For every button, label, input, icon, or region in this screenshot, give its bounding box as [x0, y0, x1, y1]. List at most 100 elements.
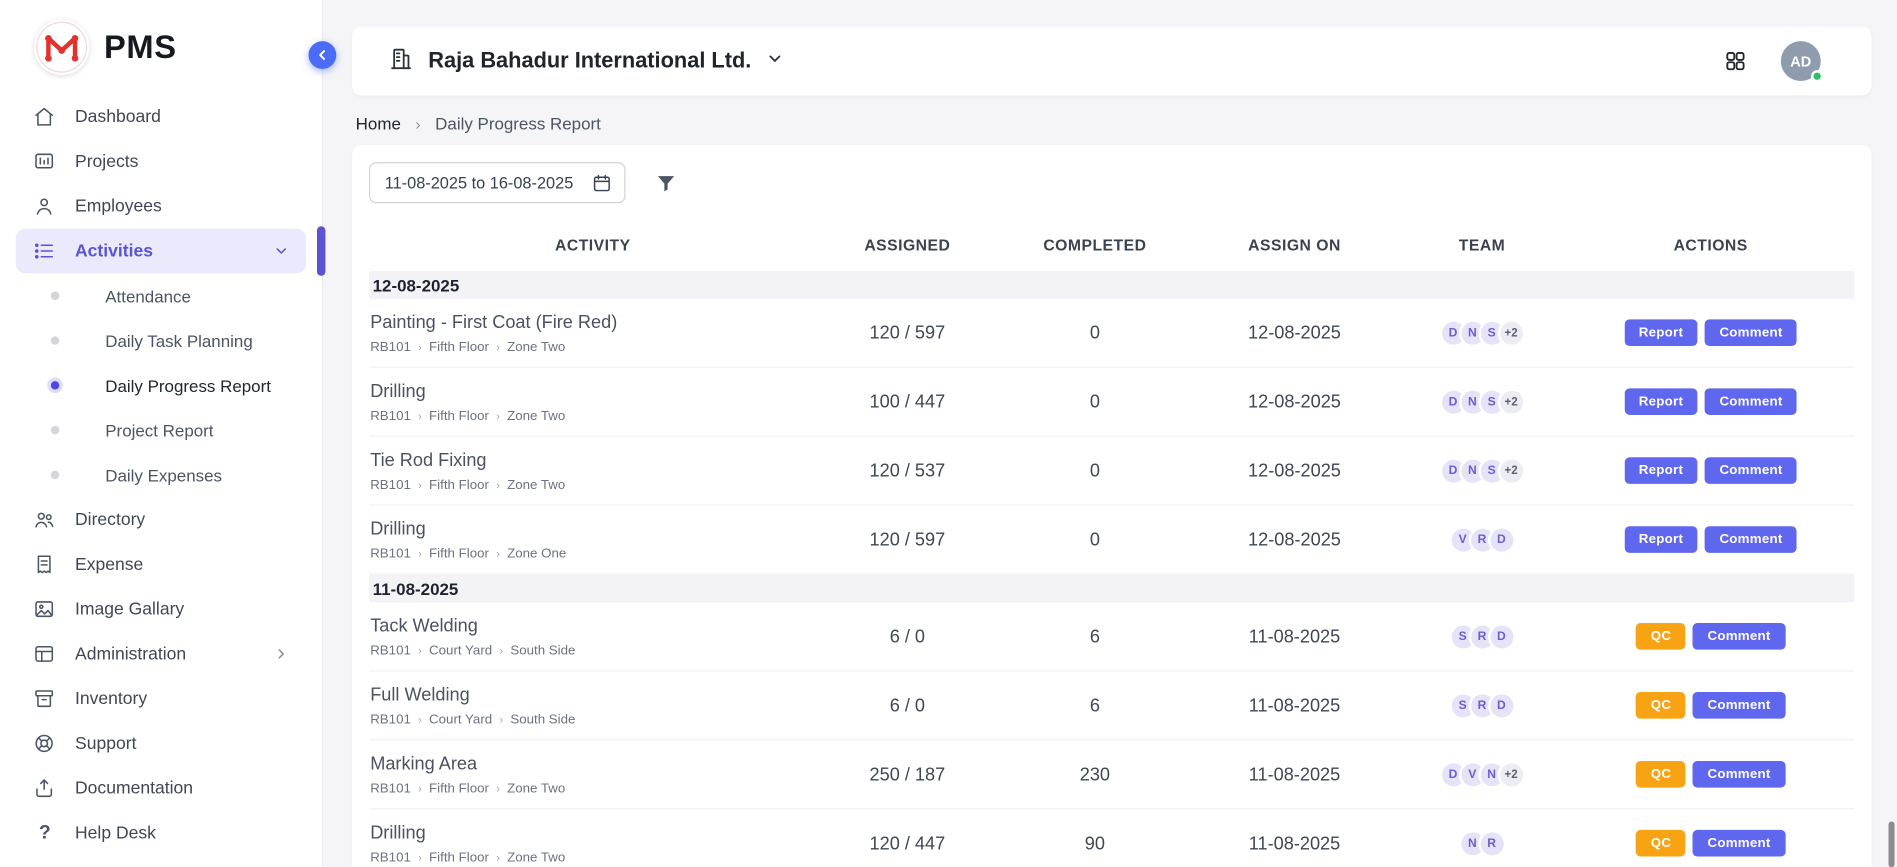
activity-location: RB101›Fifth Floor›Zone Two: [370, 408, 816, 423]
team-avatars: DVN+2: [1439, 760, 1525, 788]
report-button[interactable]: Report: [1624, 319, 1697, 346]
table-row: DrillingRB101›Fifth Floor›Zone Two120 / …: [369, 809, 1855, 867]
breadcrumb-home[interactable]: Home: [356, 114, 401, 133]
report-card: 11-08-2025 to 16-08-2025 ACTIVITYASSIGNE…: [352, 145, 1872, 867]
gallery-icon: [33, 597, 57, 621]
sidebar-item-employees[interactable]: Employees: [16, 184, 306, 229]
location-segment: RB101: [370, 477, 411, 492]
comment-button[interactable]: Comment: [1705, 526, 1797, 553]
sidebar-item-expense[interactable]: Expense: [16, 542, 306, 587]
report-button[interactable]: Report: [1624, 457, 1697, 484]
chevron-right-icon: ›: [418, 644, 422, 656]
sidebar-subitem-label: Daily Task Planning: [105, 331, 253, 350]
sidebar-item-inventory[interactable]: Inventory: [16, 676, 306, 721]
chevron-right-icon: ›: [415, 114, 420, 132]
location-segment: RB101: [370, 781, 411, 796]
sidebar-item-help-desk[interactable]: ?Help Desk: [16, 811, 306, 856]
comment-button[interactable]: Comment: [1693, 692, 1785, 719]
sidebar-item-activities[interactable]: Activities: [16, 229, 306, 274]
chevron-right-icon: ›: [496, 478, 500, 490]
date-range-input[interactable]: 11-08-2025 to 16-08-2025: [369, 162, 625, 203]
team-overflow-chip[interactable]: +2: [1497, 388, 1525, 416]
assign-on-value: 11-08-2025: [1192, 833, 1398, 854]
table-header: ACTIVITYASSIGNEDCOMPLETEDASSIGN ONTEAMAC…: [369, 218, 1855, 271]
table-row: Full WeldingRB101›Court Yard›South Side6…: [369, 671, 1855, 740]
comment-button[interactable]: Comment: [1705, 319, 1797, 346]
location-segment: Zone Two: [507, 477, 565, 492]
chevron-right-icon: ›: [418, 713, 422, 725]
sidebar-item-projects[interactable]: Projects: [16, 139, 306, 184]
team-avatar-chip[interactable]: D: [1487, 526, 1515, 554]
completed-value: 0: [998, 460, 1192, 481]
qc-button[interactable]: QC: [1636, 830, 1685, 857]
sidebar-item-label: Documentation: [75, 779, 193, 798]
assign-on-value: 12-08-2025: [1192, 391, 1398, 412]
building-icon: [388, 45, 413, 76]
location-segment: Fifth Floor: [429, 546, 489, 561]
location-segment: Zone Two: [507, 339, 565, 354]
sidebar-item-label: Administration: [75, 644, 186, 663]
activities-submenu: Attendance Daily Task Planning Daily Progr…: [0, 273, 322, 497]
team-avatar-chip[interactable]: R: [1478, 829, 1506, 857]
company-selector[interactable]: Raja Bahadur International Ltd.: [388, 45, 784, 76]
comment-button[interactable]: Comment: [1705, 457, 1797, 484]
chevron-right-icon: ›: [496, 851, 500, 863]
team-avatars: DNS+2: [1439, 319, 1525, 347]
sidebar-subitem-label: Project Report: [105, 420, 213, 439]
report-button[interactable]: Report: [1624, 388, 1697, 415]
team-overflow-chip[interactable]: +2: [1497, 319, 1525, 347]
chevron-right-icon: ›: [499, 644, 503, 656]
activity-name: Drilling: [370, 518, 816, 539]
qc-button[interactable]: QC: [1636, 761, 1685, 788]
location-segment: Fifth Floor: [429, 781, 489, 796]
assign-on-value: 11-08-2025: [1192, 626, 1398, 647]
activity-cell: Marking AreaRB101›Fifth Floor›Zone Two: [369, 753, 817, 795]
activity-name: Tack Welding: [370, 615, 816, 636]
sidebar-subitem-attendance[interactable]: Attendance: [0, 273, 322, 318]
sidebar-item-label: Directory: [75, 510, 145, 529]
table-row: Painting - First Coat (Fire Red)RB101›Fi…: [369, 299, 1855, 368]
sidebar-collapse-button[interactable]: [308, 41, 336, 69]
sidebar-item-directory[interactable]: Directory: [16, 497, 306, 542]
completed-value: 90: [998, 833, 1192, 854]
qc-button[interactable]: QC: [1636, 692, 1685, 719]
comment-button[interactable]: Comment: [1693, 623, 1785, 650]
scrollbar-thumb[interactable]: [1888, 821, 1894, 867]
sidebar-item-image-gallary[interactable]: Image Gallary: [16, 587, 306, 632]
chevron-right-icon: ›: [418, 478, 422, 490]
apps-grid-icon[interactable]: [1724, 50, 1747, 73]
administration-icon: [33, 642, 57, 666]
avatar[interactable]: AD: [1781, 41, 1821, 81]
sidebar-item-label: Image Gallary: [75, 599, 184, 618]
sidebar-subitem-daily-expenses[interactable]: Daily Expenses: [0, 452, 322, 497]
team-avatar-chip[interactable]: D: [1487, 691, 1515, 719]
sidebar-menu: DashboardProjectsEmployeesActivitiesAtte…: [0, 87, 322, 855]
chevron-down-icon: [766, 48, 784, 73]
column-header-assign-on: ASSIGN ON: [1192, 235, 1398, 253]
comment-button[interactable]: Comment: [1693, 830, 1785, 857]
sidebar-subitem-daily-progress-report[interactable]: Daily Progress Report: [0, 363, 322, 408]
location-segment: RB101: [370, 546, 411, 561]
actions-cell: QC Comment: [1567, 692, 1855, 719]
activity-name: Drilling: [370, 380, 816, 401]
team-cell: DNS+2: [1397, 388, 1566, 416]
sidebar-item-documentation[interactable]: Documentation: [16, 766, 306, 811]
sidebar-subitem-project-report[interactable]: Project Report: [0, 408, 322, 453]
team-overflow-chip[interactable]: +2: [1497, 760, 1525, 788]
table-row: Marking AreaRB101›Fifth Floor›Zone Two25…: [369, 740, 1855, 809]
sidebar-item-support[interactable]: Support: [16, 721, 306, 766]
qc-button[interactable]: QC: [1636, 623, 1685, 650]
employees-icon: [33, 194, 57, 218]
comment-button[interactable]: Comment: [1693, 761, 1785, 788]
team-avatar-chip[interactable]: D: [1487, 622, 1515, 650]
sidebar-item-administration[interactable]: Administration: [16, 632, 306, 677]
sidebar-subitem-daily-task-planning[interactable]: Daily Task Planning: [0, 318, 322, 363]
sidebar-item-dashboard[interactable]: Dashboard: [16, 94, 306, 139]
report-button[interactable]: Report: [1624, 526, 1697, 553]
support-icon: [33, 731, 57, 755]
location-segment: South Side: [510, 712, 575, 727]
comment-button[interactable]: Comment: [1705, 388, 1797, 415]
location-segment: RB101: [370, 643, 411, 658]
filter-icon[interactable]: [655, 171, 678, 194]
team-overflow-chip[interactable]: +2: [1497, 457, 1525, 485]
